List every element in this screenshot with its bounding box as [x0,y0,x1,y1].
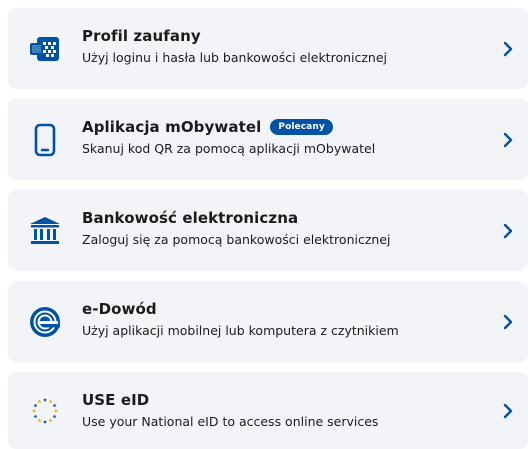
eu-star [43,397,47,402]
option-profil-zaufany[interactable]: Profil zaufany Użyj loginu i hasła lub b… [8,8,528,89]
smartphone-icon [28,123,62,157]
option-title: Profil zaufany [82,27,387,45]
option-title: e-Dowód [82,300,399,318]
eu-star [52,402,57,407]
option-e-dowod[interactable]: e-Dowód Użyj aplikacji mobilnej lub komp… [8,281,528,362]
option-title: USE eID [82,391,378,409]
bank-icon [28,214,62,248]
trusted-profile-icon [28,32,62,66]
option-title-text: e-Dowód [82,300,157,318]
eu-star [48,417,53,422]
eu-star [37,417,42,422]
option-title: Bankowość elektroniczna [82,209,390,227]
eu-star [52,413,57,418]
eu-star [32,408,36,413]
eu-star [33,402,38,407]
option-title: Aplikacja mObywatel Polecany [82,118,375,136]
chevron-right-icon [503,403,513,418]
eu-star [43,419,47,424]
chevron-right-icon [503,132,513,147]
option-title-text: Bankowość elektroniczna [82,209,299,227]
option-title-text: Profil zaufany [82,27,201,45]
login-options-list: Profil zaufany Użyj loginu i hasła lub b… [0,0,528,449]
option-subtitle: Użyj loginu i hasła lub bankowości elekt… [82,50,388,65]
eu-star [37,398,42,403]
option-mobywatel[interactable]: Aplikacja mObywatel Polecany Skanuj kod … [8,99,528,180]
option-subtitle: Zaloguj się za pomocą bankowości elektro… [82,232,391,247]
recommended-badge: Polecany [270,119,333,135]
chevron-right-icon [503,223,513,238]
eu-star [33,413,38,418]
option-bankowosc-elektroniczna[interactable]: Bankowość elektroniczna Zaloguj się za p… [8,190,528,271]
e-id-card-icon [28,305,62,339]
option-title-text: Aplikacja mObywatel [82,118,262,136]
option-use-eid[interactable]: USE eID Use your National eID to access … [8,372,528,449]
chevron-right-icon [503,41,513,56]
eu-star [48,398,53,403]
chevron-right-icon [503,314,513,329]
option-subtitle: Use your National eID to access online s… [82,414,379,429]
option-subtitle: Skanuj kod QR za pomocą aplikacji mObywa… [82,141,376,156]
eu-stars-icon [28,394,62,428]
option-subtitle: Użyj aplikacji mobilnej lub komputera z … [82,323,399,338]
eu-star [54,408,58,413]
option-title-text: USE eID [82,391,150,409]
